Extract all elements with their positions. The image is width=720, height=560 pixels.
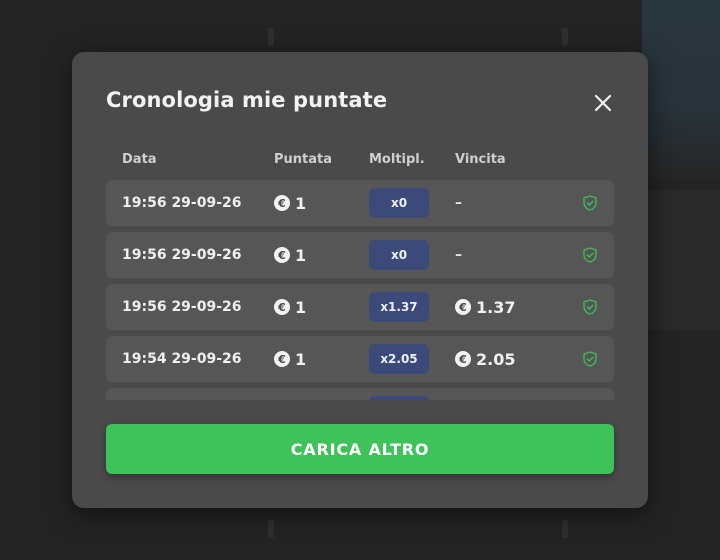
table-row: 19:56 29-09-26 € 1 x0 – [106, 180, 614, 226]
row-date: 19:56 29-09-26 [122, 195, 242, 211]
column-header-bet: Puntata [274, 152, 333, 167]
load-more-button[interactable]: CARICA ALTRO [106, 424, 614, 474]
background-mark [268, 520, 274, 538]
row-bet: € 1 [274, 336, 306, 382]
bet-history-modal: Cronologia mie puntate Data Puntata Molt… [72, 52, 648, 508]
win-amount: 2.05 [476, 349, 516, 369]
close-icon [594, 94, 612, 112]
bet-history-list[interactable]: 19:56 29-09-26 € 1 x0 – 19:56 29-09-26 € [106, 180, 614, 400]
row-bet: € 1 [274, 284, 306, 330]
background-panel [642, 0, 720, 180]
shield-check-icon [583, 247, 597, 263]
modal-title: Cronologia mie puntate [106, 88, 388, 112]
euro-coin-icon: € [274, 299, 290, 315]
table-row: 19:56 29-09-26 € 1 x0 – [106, 232, 614, 278]
row-win: € 2.05 [455, 336, 515, 382]
euro-coin-icon: € [274, 247, 290, 263]
shield-check-icon [583, 299, 597, 315]
euro-coin-icon: € [274, 195, 290, 211]
row-multiplier: x2.05 [369, 336, 429, 382]
shield-check-icon [583, 351, 597, 367]
win-amount: – [455, 247, 462, 263]
column-header-date: Data [122, 152, 157, 167]
fairness-check-button[interactable] [583, 336, 597, 382]
column-header-multiplier: Moltipl. [369, 152, 425, 167]
shield-check-icon [583, 195, 597, 211]
row-multiplier: x0 [369, 232, 429, 278]
row-date: 19:56 29-09-26 [122, 299, 242, 315]
row-date: 19:54 29-09-26 [122, 351, 242, 367]
fairness-check-button[interactable] [583, 180, 597, 226]
row-win: – [455, 180, 462, 226]
bet-amount: 1 [295, 193, 307, 213]
column-header-win: Vincita [455, 152, 506, 167]
bet-amount: 1 [295, 297, 307, 317]
euro-coin-icon: € [455, 351, 471, 367]
table-row: 19:56 29-09-26 € 1 x1.37 € 1.37 [106, 284, 614, 330]
multiplier-badge: x1.37 [369, 292, 429, 322]
multiplier-badge: x2.05 [369, 344, 429, 374]
row-win: € 1.37 [455, 284, 515, 330]
row-date: 19:56 29-09-26 [122, 247, 242, 263]
row-multiplier: x0 [369, 180, 429, 226]
multiplier-badge: x0 [369, 240, 429, 270]
table-row-partial [106, 388, 614, 400]
fairness-check-button[interactable] [583, 284, 597, 330]
background-mark [562, 28, 568, 46]
fairness-check-button[interactable] [583, 232, 597, 278]
multiplier-badge [369, 396, 429, 400]
background-mark [268, 28, 274, 46]
row-bet: € 1 [274, 232, 306, 278]
win-amount: 1.37 [476, 297, 516, 317]
bet-amount: 1 [295, 349, 307, 369]
win-amount: – [455, 195, 462, 211]
multiplier-badge: x0 [369, 188, 429, 218]
bet-amount: 1 [295, 245, 307, 265]
row-multiplier: x1.37 [369, 284, 429, 330]
close-button[interactable] [592, 92, 614, 114]
background-panel-lower [642, 190, 720, 330]
row-bet: € 1 [274, 180, 306, 226]
row-multiplier [369, 388, 429, 400]
euro-coin-icon: € [455, 299, 471, 315]
background-mark [562, 520, 568, 538]
row-win: – [455, 232, 462, 278]
table-header: Data Puntata Moltipl. Vincita [106, 152, 614, 170]
euro-coin-icon: € [274, 351, 290, 367]
table-row: 19:54 29-09-26 € 1 x2.05 € 2.05 [106, 336, 614, 382]
